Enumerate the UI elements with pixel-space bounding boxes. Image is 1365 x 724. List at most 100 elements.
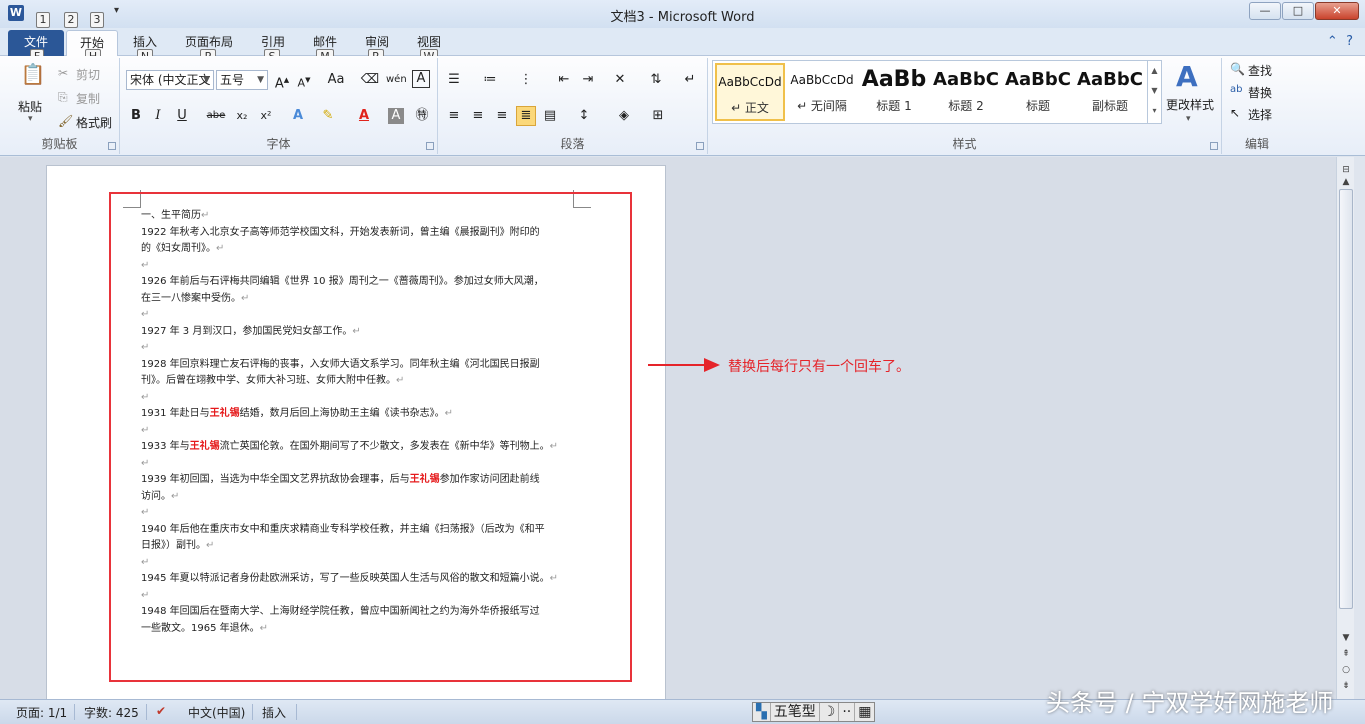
character-border-icon[interactable]: A <box>412 70 430 88</box>
tab-references[interactable]: 引用 <box>261 33 285 50</box>
borders-icon[interactable]: ⊞ <box>648 106 668 126</box>
font-name-dropdown[interactable]: 宋体 (中文正文 ▼ <box>126 70 214 90</box>
proofing-icon[interactable]: ✔ <box>156 704 166 718</box>
page-count[interactable]: 页面: 1/1 <box>16 704 67 721</box>
maximize-button[interactable]: □ <box>1282 2 1314 20</box>
grow-font-icon[interactable]: A▲ <box>272 70 292 91</box>
distributed-icon[interactable]: ▤ <box>540 106 560 126</box>
multilevel-list-icon[interactable]: ⋮ <box>516 70 536 90</box>
tab-insert[interactable]: 插入 <box>133 33 157 50</box>
change-styles-button[interactable]: 更改样式 <box>1166 96 1214 113</box>
font-color-icon[interactable]: A <box>354 106 374 126</box>
copy-button[interactable]: 复制 <box>76 90 100 107</box>
subscript-icon[interactable]: x₂ <box>232 106 252 126</box>
paragraph-mark-icon: ↵ <box>352 325 361 337</box>
change-styles-icon[interactable]: A <box>1176 60 1198 93</box>
align-right-icon[interactable]: ≡ <box>492 106 512 126</box>
replace-icon[interactable]: ab <box>1230 84 1242 95</box>
style-subtitle[interactable]: AaBbC 副标题 <box>1075 63 1145 121</box>
format-painter-button[interactable]: 格式刷 <box>76 114 112 131</box>
cut-icon[interactable]: ✂ <box>58 66 68 80</box>
paragraph-launcher-icon[interactable] <box>696 142 704 150</box>
justify-icon[interactable]: ≣ <box>516 106 536 126</box>
paste-button[interactable]: 粘贴 <box>18 98 42 115</box>
tab-page-layout[interactable]: 页面布局 <box>185 33 233 50</box>
ime-keyboard-icon[interactable]: ▦ <box>855 703 874 721</box>
editing-group: 🔍 查找 ab 替换 ↖ 选择 编辑 <box>1222 58 1292 154</box>
help-icon[interactable]: ? <box>1346 34 1353 49</box>
strikethrough-icon[interactable]: abe <box>206 106 226 126</box>
vertical-scrollbar[interactable]: ⊟ ▲ ▼ ⇞ ○ ⇟ <box>1336 157 1354 699</box>
text-effects-icon[interactable]: A <box>288 106 308 126</box>
document-body[interactable]: 一、生平简历↵ 1922 年秋考入北京女子高等师范学校国文科，开始发表新词，曾主… <box>141 208 591 637</box>
change-styles-dropdown-icon[interactable]: ▾ <box>1186 114 1191 124</box>
superscript-icon[interactable]: x² <box>256 106 276 126</box>
style-title[interactable]: AaBbC 标题 <box>1003 63 1073 121</box>
document-area: 一、生平简历↵ 1922 年秋考入北京女子高等师范学校国文科，开始发表新词，曾主… <box>0 157 1336 705</box>
ime-punctuation-icon[interactable]: ·· <box>839 703 856 721</box>
scroll-up-icon[interactable]: ▲ <box>1339 175 1353 189</box>
underline-icon[interactable]: U <box>172 106 192 126</box>
language-indicator[interactable]: 中文(中国) <box>188 704 245 721</box>
decrease-indent-icon[interactable]: ⇤ <box>554 70 574 90</box>
word-count[interactable]: 字数: 425 <box>84 704 139 721</box>
previous-page-icon[interactable]: ⇞ <box>1339 647 1353 661</box>
minimize-ribbon-icon[interactable]: ⌃ <box>1327 34 1338 49</box>
show-marks-icon[interactable]: ↵ <box>680 70 700 90</box>
replace-button[interactable]: 替换 <box>1248 84 1272 101</box>
paste-icon[interactable]: 📋 <box>20 64 46 90</box>
select-button[interactable]: 选择 <box>1248 106 1272 123</box>
styles-launcher-icon[interactable] <box>1210 142 1218 150</box>
doc-line: ↵ <box>141 307 591 324</box>
style-no-spacing[interactable]: AaBbCcDd ↵ 无间隔 <box>787 63 857 121</box>
find-icon[interactable]: 🔍 <box>1230 62 1245 76</box>
styles-group-label: 样式 <box>952 137 977 151</box>
select-icon[interactable]: ↖ <box>1230 106 1240 120</box>
scroll-thumb[interactable] <box>1339 189 1353 609</box>
align-left-icon[interactable]: ≡ <box>444 106 464 126</box>
format-painter-icon[interactable]: 🖌 <box>58 114 73 128</box>
close-button[interactable]: ✕ <box>1315 2 1359 20</box>
asian-layout-icon[interactable]: ✕ <box>610 70 630 90</box>
minimize-button[interactable]: — <box>1249 2 1281 20</box>
bold-icon[interactable]: B <box>126 106 146 126</box>
align-center-icon[interactable]: ≡ <box>468 106 488 126</box>
ime-half-full-width-icon[interactable]: ☽ <box>820 703 840 721</box>
style-heading-2[interactable]: AaBbC 标题 2 <box>931 63 1001 121</box>
clipboard-launcher-icon[interactable] <box>108 142 116 150</box>
paste-dropdown-icon[interactable]: ▾ <box>28 114 33 124</box>
tab-review[interactable]: 审阅 <box>365 33 389 50</box>
enclose-characters-icon[interactable]: ㊕ <box>412 106 432 126</box>
font-size-dropdown[interactable]: 五号 ▼ <box>216 70 268 90</box>
clear-formatting-icon[interactable]: ⌫ <box>360 70 380 90</box>
sort-icon[interactable]: ⇅ <box>646 70 666 90</box>
ime-mode[interactable]: 五笔型 <box>771 703 820 721</box>
change-case-icon[interactable]: Aa <box>326 70 346 90</box>
tab-view[interactable]: 视图 <box>417 33 441 50</box>
cut-button[interactable]: 剪切 <box>76 66 100 83</box>
next-page-icon[interactable]: ⇟ <box>1339 679 1353 693</box>
italic-icon[interactable]: I <box>148 106 168 126</box>
styles-scroll-icon[interactable]: ▲ ▼ ▾ <box>1147 61 1161 123</box>
line-spacing-icon[interactable]: ↕ <box>574 106 594 126</box>
browse-object-icon[interactable]: ○ <box>1339 663 1353 677</box>
ime-logo-icon[interactable]: ▚ <box>753 703 771 721</box>
highlight-icon[interactable]: ✎ <box>318 106 338 126</box>
scroll-down-icon[interactable]: ▼ <box>1339 631 1353 645</box>
insert-mode[interactable]: 插入 <box>262 704 286 721</box>
copy-icon[interactable]: ⎘ <box>58 90 68 105</box>
tab-mailings[interactable]: 邮件 <box>313 33 337 50</box>
style-normal[interactable]: AaBbCcDd ↵ 正文 <box>715 63 785 121</box>
phonetic-guide-icon[interactable]: wén <box>386 70 407 90</box>
shading-icon[interactable]: ◈ <box>614 106 634 126</box>
increase-indent-icon[interactable]: ⇥ <box>578 70 598 90</box>
font-launcher-icon[interactable] <box>426 142 434 150</box>
numbering-icon[interactable]: ≔ <box>480 70 500 90</box>
character-shading-icon[interactable]: A <box>388 108 404 124</box>
document-page[interactable]: 一、生平简历↵ 1922 年秋考入北京女子高等师范学校国文科，开始发表新词，曾主… <box>46 165 666 705</box>
ime-toolbar[interactable]: ▚ 五笔型 ☽ ·· ▦ <box>752 702 876 722</box>
find-button[interactable]: 查找 <box>1248 62 1272 79</box>
style-heading-1[interactable]: AaBb 标题 1 <box>859 63 929 121</box>
bullets-icon[interactable]: ☰ <box>444 70 464 90</box>
shrink-font-icon[interactable]: A▼ <box>294 70 314 90</box>
